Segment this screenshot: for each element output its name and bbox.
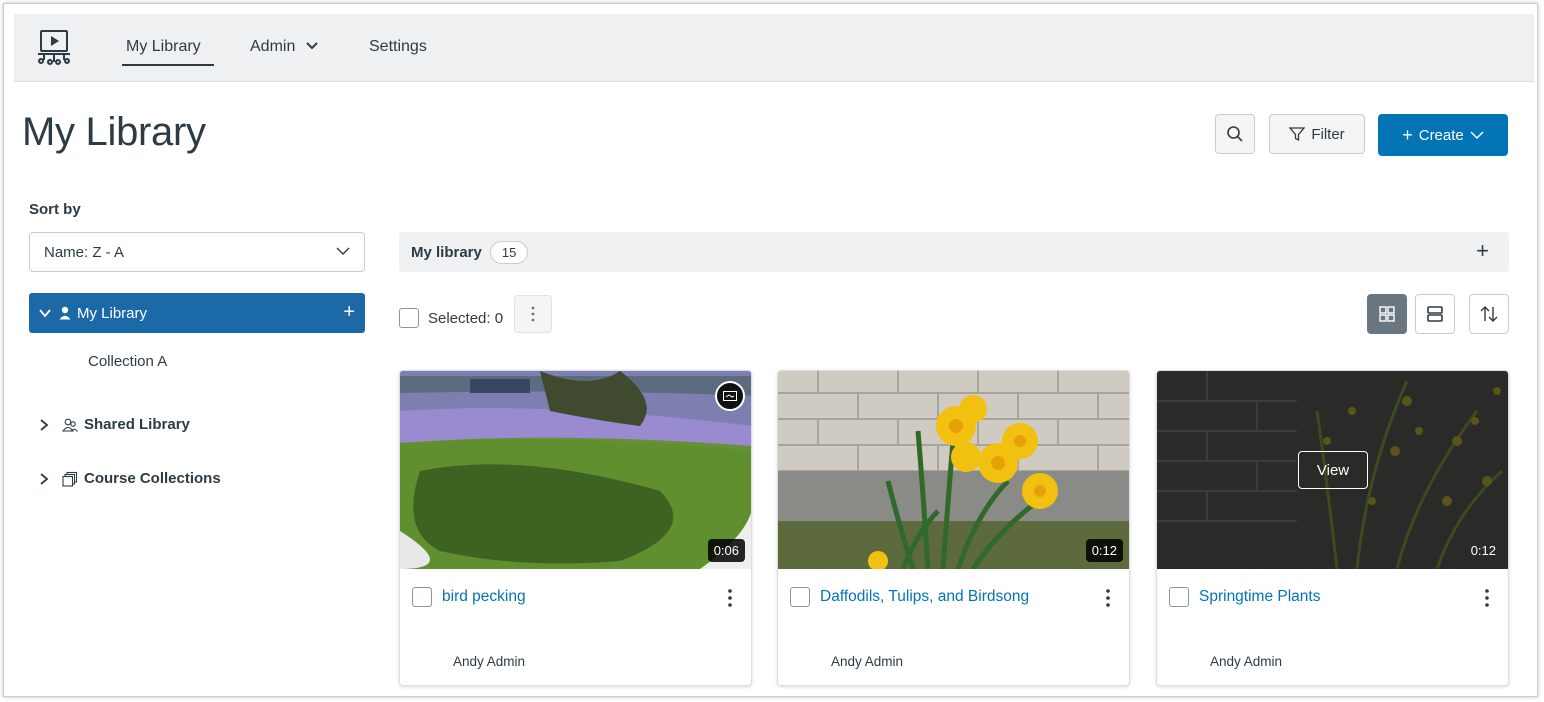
card-owner: Andy Admin (831, 654, 904, 669)
user-icon (59, 306, 71, 320)
create-label: Create (1418, 126, 1464, 144)
card-owner: Andy Admin (453, 654, 526, 669)
create-button[interactable]: + Create (1378, 114, 1508, 156)
nav-admin-dropdown[interactable]: Admin (250, 38, 318, 56)
library-label: My library (411, 243, 482, 261)
users-icon (62, 418, 78, 432)
card-checkbox[interactable] (412, 587, 432, 607)
nav-admin-label: Admin (250, 38, 296, 55)
search-icon (1227, 126, 1243, 142)
nav-settings[interactable]: Settings (369, 38, 427, 56)
sort-order-button[interactable] (1469, 294, 1509, 334)
tree-item-course-collections[interactable]: Course Collections (38, 470, 221, 487)
presentation-screen-icon[interactable] (34, 27, 74, 67)
view-button[interactable]: View (1298, 451, 1368, 489)
tree-item-label: Course Collections (84, 470, 221, 487)
chevron-down-icon (1470, 131, 1484, 140)
card-checkbox[interactable] (1169, 587, 1189, 607)
sort-select[interactable]: Name: Z - A (29, 232, 365, 272)
chevron-down-icon (39, 309, 51, 318)
tree-item-label: My Library (77, 304, 148, 322)
add-collection-icon[interactable]: + (343, 301, 355, 324)
tree-item-shared-library[interactable]: Shared Library (38, 416, 190, 433)
list-view-button[interactable] (1415, 294, 1455, 334)
tree-item-my-library[interactable]: My Library + (29, 293, 365, 333)
kebab-menu-icon[interactable] (1480, 587, 1494, 609)
card-title-row: Springtime Plants (1169, 587, 1499, 607)
app-window: My Library Admin Settings My Library Fil… (3, 3, 1538, 697)
selection-row: Selected: 0 (399, 295, 553, 333)
filter-funnel-icon (1289, 127, 1306, 142)
thumbnail-image (778, 371, 1129, 569)
kebab-menu-icon[interactable] (723, 587, 737, 609)
caption-badge-icon (715, 381, 745, 411)
card-title-link[interactable]: Daffodils, Tulips, and Birdsong (820, 588, 1029, 606)
tree-item-label: Shared Library (84, 416, 190, 433)
selected-count-label: Selected: 0 (428, 309, 504, 327)
library-count-badge: 15 (489, 240, 529, 264)
card-title-link[interactable]: Springtime Plants (1199, 588, 1320, 606)
filter-label: Filter (1311, 125, 1345, 143)
video-duration: 0:12 (1085, 539, 1123, 562)
kebab-menu-icon (531, 306, 535, 322)
video-thumbnail[interactable]: 0:12 (778, 371, 1129, 569)
grid-view-button[interactable] (1367, 294, 1407, 334)
chevron-down-icon (336, 247, 350, 255)
chevron-right-icon (40, 418, 49, 431)
media-card[interactable]: 0:06 bird pecking Andy Admin (399, 370, 752, 686)
sort-select-value: Name: Z - A (44, 243, 125, 261)
filter-button[interactable]: Filter (1269, 114, 1365, 154)
media-card[interactable]: View 0:12 Springtime Plants Andy Admin (1156, 370, 1509, 686)
select-all-checkbox[interactable] (399, 308, 419, 328)
video-duration: 0:06 (707, 539, 745, 562)
nav-my-library[interactable]: My Library (126, 38, 201, 56)
sort-by-label: Sort by (29, 201, 81, 218)
card-title-row: bird pecking (412, 587, 742, 607)
chevron-right-icon (40, 472, 49, 485)
add-icon[interactable]: + (1476, 238, 1489, 264)
nav-my-library-label: My Library (126, 38, 201, 55)
grid-view-icon (1379, 306, 1395, 322)
video-duration: 0:12 (1470, 543, 1496, 558)
video-thumbnail[interactable]: 0:06 (400, 371, 751, 569)
media-card[interactable]: 0:12 Daffodils, Tulips, and Birdsong And… (777, 370, 1130, 686)
sort-arrows-icon (1480, 306, 1498, 322)
video-thumbnail[interactable]: View 0:12 (1157, 371, 1508, 569)
library-header-bar: My library 15 + (399, 232, 1509, 272)
thumbnail-image (400, 371, 751, 569)
list-view-icon (1427, 306, 1443, 322)
tree-item-label: Collection A (88, 353, 168, 370)
bulk-actions-button[interactable] (514, 295, 553, 333)
tree-item-collection-a[interactable]: Collection A (88, 353, 167, 370)
plus-icon: + (1402, 124, 1413, 145)
top-navigation: My Library Admin Settings (14, 14, 1534, 82)
search-button[interactable] (1215, 114, 1255, 154)
chevron-down-icon (306, 40, 318, 54)
nav-settings-label: Settings (369, 38, 427, 55)
nav-active-underline (122, 64, 214, 66)
card-title-link[interactable]: bird pecking (442, 588, 526, 606)
kebab-menu-icon[interactable] (1101, 587, 1115, 609)
card-checkbox[interactable] (790, 587, 810, 607)
page-title: My Library (22, 110, 206, 154)
card-owner: Andy Admin (1210, 654, 1283, 669)
card-title-row: Daffodils, Tulips, and Birdsong (790, 587, 1120, 607)
collections-icon (62, 471, 78, 487)
